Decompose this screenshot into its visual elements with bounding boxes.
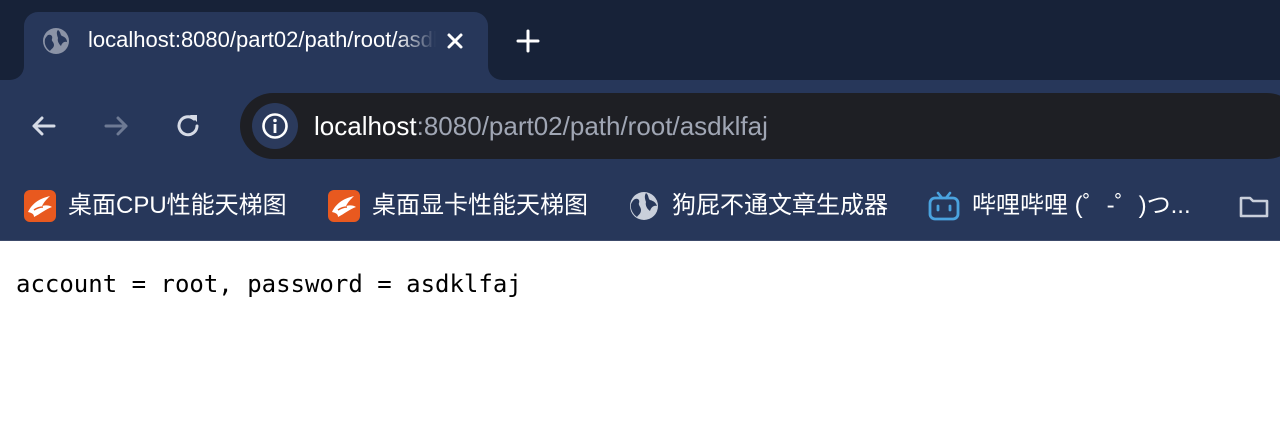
close-icon[interactable] [440, 26, 470, 56]
url-host: localhost [314, 111, 417, 141]
bookmark-label: 桌面CPU性能天梯图 [68, 192, 287, 219]
reload-icon[interactable] [172, 110, 204, 142]
bookmark-label: 哔哩哔哩 (゜-゜)つ... [972, 192, 1191, 219]
globe-icon [630, 192, 658, 220]
toolbar: localhost:8080/part02/path/root/asdklfaj [0, 80, 1280, 172]
bookmark-label: 狗屁不通文章生成器 [672, 192, 888, 219]
browser-window: localhost:8080/part02/path/root/asdklfaj [0, 0, 1280, 436]
page-content: account = root, password = asdklfaj [0, 241, 1280, 436]
bookmark-article-generator[interactable]: 狗屁不通文章生成器 [628, 190, 888, 222]
fox-logo-icon [24, 190, 56, 222]
globe-icon [43, 28, 69, 54]
tab-title[interactable]: localhost:8080/part02/path/root/asdklfaj [88, 25, 436, 55]
bookmark-bilibili[interactable]: 哔哩哔哩 (゜-゜)つ... [928, 190, 1191, 222]
response-text: account = root, password = asdklfaj [16, 270, 522, 298]
url-text[interactable]: localhost:8080/part02/path/root/asdklfaj [314, 110, 768, 142]
bilibili-tv-icon [928, 191, 960, 221]
url-path: :8080/part02/path/root/asdklfaj [416, 111, 768, 141]
address-bar[interactable]: localhost:8080/part02/path/root/asdklfaj [240, 93, 1280, 159]
plus-icon[interactable] [512, 25, 544, 57]
bookmark-gpu-ranking[interactable]: 桌面显卡性能天梯图 [328, 190, 588, 222]
info-icon [262, 113, 288, 139]
bookmark-label: 桌面显卡性能天梯图 [372, 192, 588, 219]
fox-logo-icon [328, 190, 360, 222]
tab-strip: localhost:8080/part02/path/root/asdklfaj [0, 0, 1280, 80]
bookmarks-bar: 桌面CPU性能天梯图 桌面显卡性能天梯图 狗屁不通文章生成器 哔哩哔哩 (゜-゜… [0, 172, 1280, 240]
arrow-right-icon[interactable] [100, 110, 132, 142]
folder-icon [1239, 196, 1269, 218]
bookmark-cpu-ranking[interactable]: 桌面CPU性能天梯图 [24, 190, 287, 222]
bookmark-folder[interactable] [1238, 190, 1270, 222]
arrow-left-icon[interactable] [28, 110, 60, 142]
site-info-button[interactable] [252, 103, 298, 149]
